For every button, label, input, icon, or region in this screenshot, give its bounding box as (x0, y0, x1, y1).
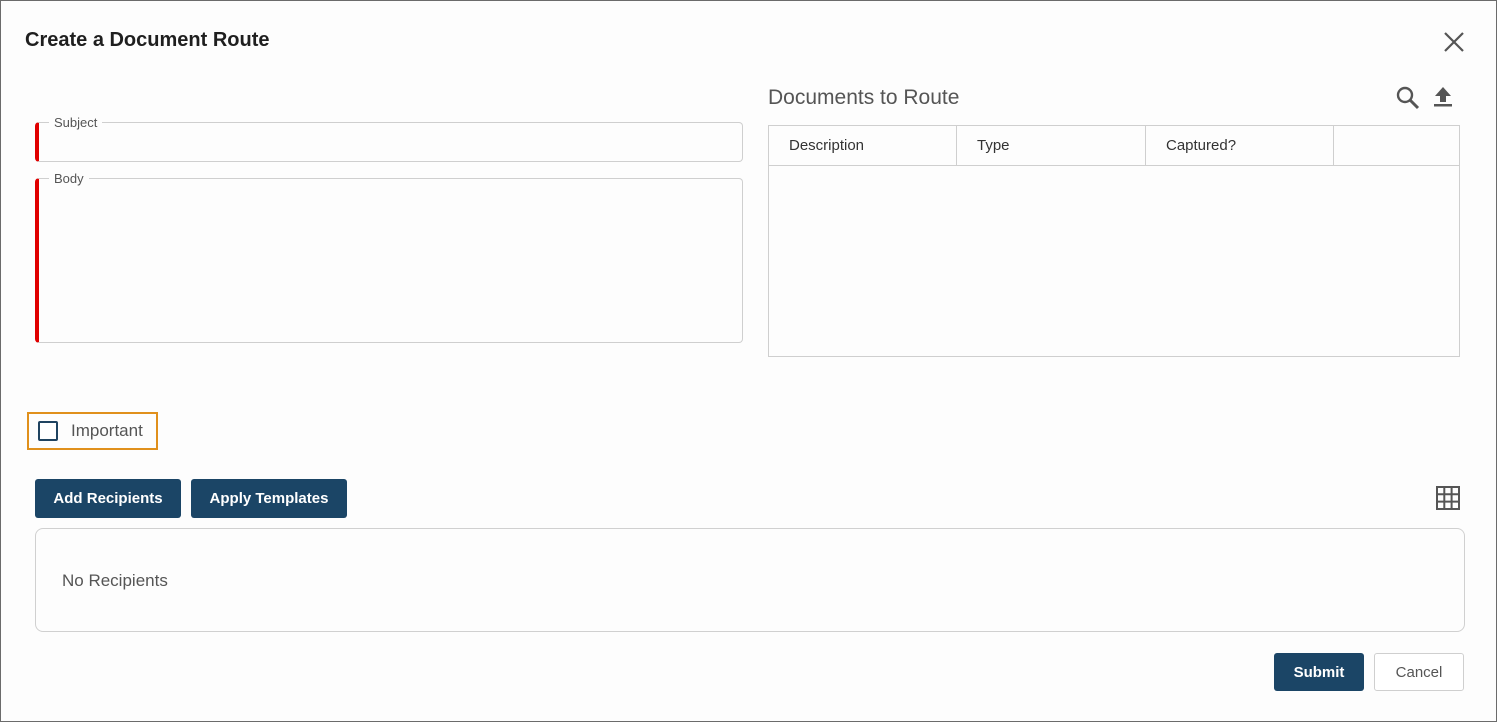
submit-button[interactable]: Submit (1274, 653, 1364, 691)
important-checkbox[interactable] (38, 421, 58, 441)
column-header-actions (1334, 126, 1459, 165)
important-checkbox-container[interactable]: Important (27, 412, 158, 450)
upload-icon (1434, 87, 1452, 107)
cancel-button[interactable]: Cancel (1374, 653, 1464, 691)
close-button[interactable] (1441, 29, 1467, 55)
grid-view-button[interactable] (1435, 485, 1461, 516)
subject-label: Subject (49, 115, 103, 130)
documents-title: Documents to Route (768, 86, 960, 109)
column-header-captured[interactable]: Captured? (1146, 126, 1334, 165)
grid-icon (1436, 486, 1460, 510)
apply-templates-button[interactable]: Apply Templates (191, 479, 347, 518)
documents-table-header: Description Type Captured? (769, 126, 1459, 166)
dialog-title: Create a Document Route (25, 29, 270, 51)
add-recipients-button[interactable]: Add Recipients (35, 479, 181, 518)
documents-table: Description Type Captured? (768, 125, 1460, 357)
search-icon (1396, 86, 1420, 110)
important-label: Important (71, 421, 143, 440)
body-label: Body (49, 171, 89, 186)
close-icon (1444, 32, 1464, 52)
subject-field[interactable]: Subject (35, 115, 743, 162)
no-recipients-text: No Recipients (62, 571, 168, 590)
column-header-type[interactable]: Type (957, 126, 1146, 165)
body-field[interactable]: Body (35, 171, 743, 343)
recipients-list: No Recipients (35, 528, 1465, 632)
column-header-description[interactable]: Description (769, 126, 957, 165)
search-button[interactable] (1395, 85, 1421, 116)
create-document-route-dialog: Create a Document Route Subject Body Doc… (0, 0, 1497, 722)
upload-button[interactable] (1431, 85, 1455, 114)
